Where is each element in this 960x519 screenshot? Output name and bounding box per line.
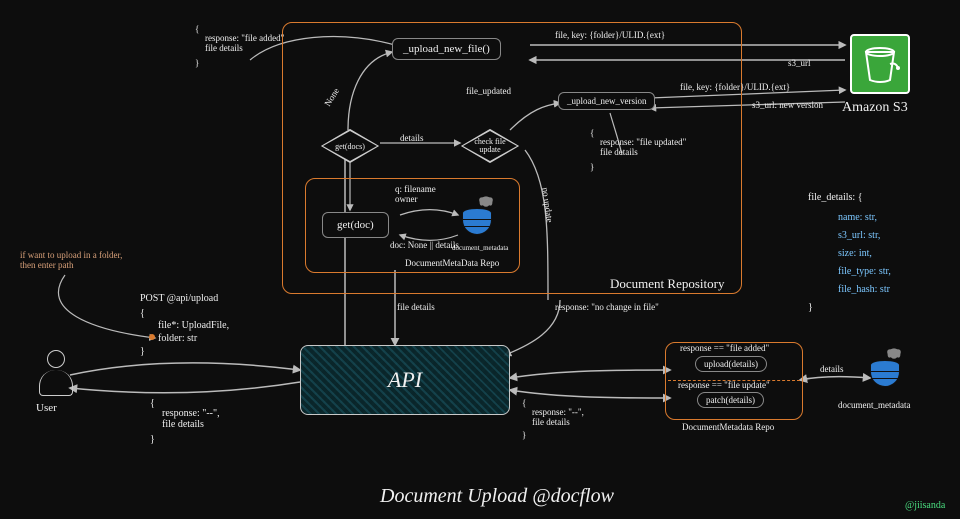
- file-details-name: name: str,: [838, 212, 877, 223]
- file-key-2: file, key: {folder}/ULID.{ext}: [680, 82, 790, 92]
- s3-url-new: s3_url: new version: [752, 100, 823, 110]
- response-file-added: response: "file added" file details: [205, 33, 284, 53]
- check-file-decision: check file update: [460, 128, 520, 164]
- patch-details-label: patch(details): [706, 395, 755, 405]
- get-docs-decision: get(docs): [320, 128, 380, 164]
- note-folder: if want to upload in a folder, then ente…: [20, 250, 170, 270]
- file-details-close: }: [808, 302, 813, 313]
- document-repository-label: Document Repository: [610, 276, 724, 292]
- right-meta-repo-label: DocumentMetadata Repo: [682, 422, 774, 432]
- file-details-s3url: s3_url: str,: [838, 230, 880, 241]
- get-doc-box: get(doc): [322, 212, 389, 238]
- upload-new-file-label: _upload_new_file(): [403, 43, 490, 55]
- edge-file-details: file details: [397, 302, 435, 312]
- api-box: API: [300, 345, 510, 415]
- credit-label: @jiisanda: [905, 500, 945, 511]
- upload-new-version-box: _upload_new_version: [558, 92, 655, 110]
- user-icon: [38, 350, 74, 400]
- file-details-size: size: int,: [838, 248, 872, 259]
- database-icon: [462, 208, 492, 235]
- upload-new-version-label: _upload_new_version: [567, 96, 646, 106]
- s3-icon: [850, 34, 910, 94]
- edge-file-updated: file_updated: [466, 86, 511, 96]
- dot-icon: [149, 334, 155, 340]
- get-doc-label: get(doc): [337, 219, 374, 231]
- s3-url-label: s3_url: [788, 58, 811, 68]
- diagram-title: Document Upload @docflow: [380, 485, 614, 508]
- resp-no-change: response: "no change in file": [555, 302, 659, 312]
- response-user: response: "--", file details: [162, 408, 220, 430]
- response-api-right: response: "--", file details: [532, 407, 584, 427]
- s3-label: Amazon S3: [842, 100, 908, 116]
- inner-db-label: document_metadata: [452, 244, 508, 252]
- right-db-label: document_metadata: [838, 400, 910, 410]
- inner-meta-repo-label: DocumentMetaData Repo: [405, 258, 499, 268]
- patch-details-box: patch(details): [697, 392, 764, 408]
- file-details-header: file_details: {: [808, 192, 863, 203]
- file-details-hash: file_hash: str: [838, 284, 890, 295]
- edge-details-right: details: [820, 364, 844, 374]
- doc-none-details: doc: None || details: [390, 240, 459, 250]
- payload-folder: folder: str: [158, 333, 197, 344]
- user-label: User: [36, 402, 57, 414]
- resp-eq-added: response == "file added": [680, 343, 769, 353]
- response-file-updated: response: "file updated" file details: [600, 137, 686, 157]
- resp-eq-update: response == "file update": [678, 380, 770, 390]
- upload-details-box: upload(details): [695, 356, 767, 372]
- file-key-1: file, key: {folder}/ULID.{ext}: [555, 30, 665, 40]
- api-label: API: [388, 367, 422, 393]
- edge-details: details: [400, 133, 424, 143]
- post-endpoint: POST @api/upload: [140, 293, 218, 304]
- database-icon: [870, 360, 900, 387]
- upload-details-label: upload(details): [704, 359, 758, 369]
- upload-new-file-box: _upload_new_file(): [392, 38, 501, 60]
- q-filename-owner: q: filename owner: [395, 184, 436, 204]
- file-details-type: file_type: str,: [838, 266, 891, 277]
- payload-file: file*: UploadFile,: [158, 320, 229, 331]
